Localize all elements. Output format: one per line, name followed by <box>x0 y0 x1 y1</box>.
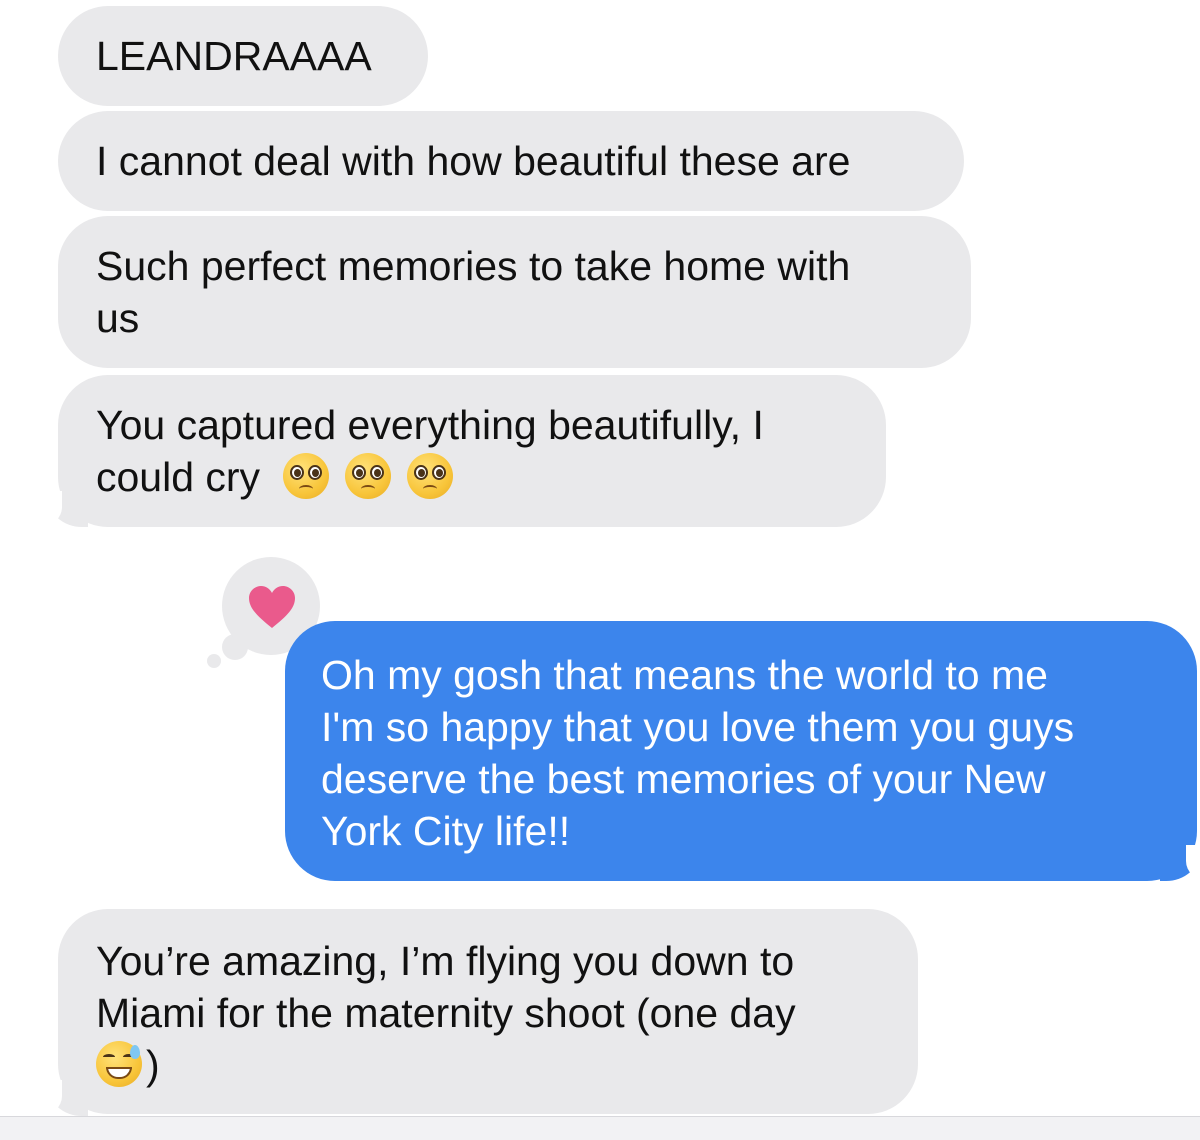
message-text-line: Miami for the maternity shoot (one day <box>96 990 796 1036</box>
message-text: I cannot deal with how beautiful these a… <box>96 138 851 184</box>
incoming-message-bubble[interactable]: LEANDRAAAA <box>58 6 428 106</box>
message-text-line: could cry <box>96 451 469 503</box>
message-text-line: deserve the best memories of your New <box>321 756 1046 802</box>
message-text-line: ) <box>96 1039 160 1091</box>
message-text-line: I'm so happy that you love them you guys <box>321 704 1075 750</box>
message-text: LEANDRAAAA <box>96 33 372 79</box>
pleading-face-emoji <box>282 453 329 499</box>
incoming-message-bubble[interactable]: Such perfect memories to take home with … <box>58 216 971 368</box>
message-text-line: You captured everything beautifully, I <box>96 402 764 448</box>
message-text-line: Such perfect memories to take home with <box>96 243 851 289</box>
bottom-bar <box>0 1116 1200 1140</box>
message-text-line: York City life!! <box>321 808 571 854</box>
pleading-face-emoji <box>406 453 453 499</box>
message-thread: LEANDRAAAA I cannot deal with how beauti… <box>0 0 1200 1140</box>
reaction-dot <box>207 654 221 668</box>
bubble-tail <box>1160 845 1200 881</box>
message-text-line: You’re amazing, I’m flying you down to <box>96 938 795 984</box>
heart-icon <box>249 586 295 628</box>
bubble-tail <box>26 491 88 527</box>
incoming-message-bubble[interactable]: You captured everything beautifully, I c… <box>58 375 886 527</box>
message-text: ) <box>146 1042 160 1088</box>
incoming-message-bubble[interactable]: I cannot deal with how beautiful these a… <box>58 111 964 211</box>
message-text: could cry <box>96 454 261 500</box>
bubble-tail <box>26 1080 88 1116</box>
message-text-line: us <box>96 295 140 341</box>
incoming-message-bubble[interactable]: You’re amazing, I’m flying you down to M… <box>58 909 918 1114</box>
message-text-line: Oh my gosh that means the world to me <box>321 652 1048 698</box>
pleading-face-emoji <box>344 453 391 499</box>
outgoing-message-bubble[interactable]: Oh my gosh that means the world to me I'… <box>285 621 1197 881</box>
grinning-sweat-emoji <box>96 1041 142 1087</box>
